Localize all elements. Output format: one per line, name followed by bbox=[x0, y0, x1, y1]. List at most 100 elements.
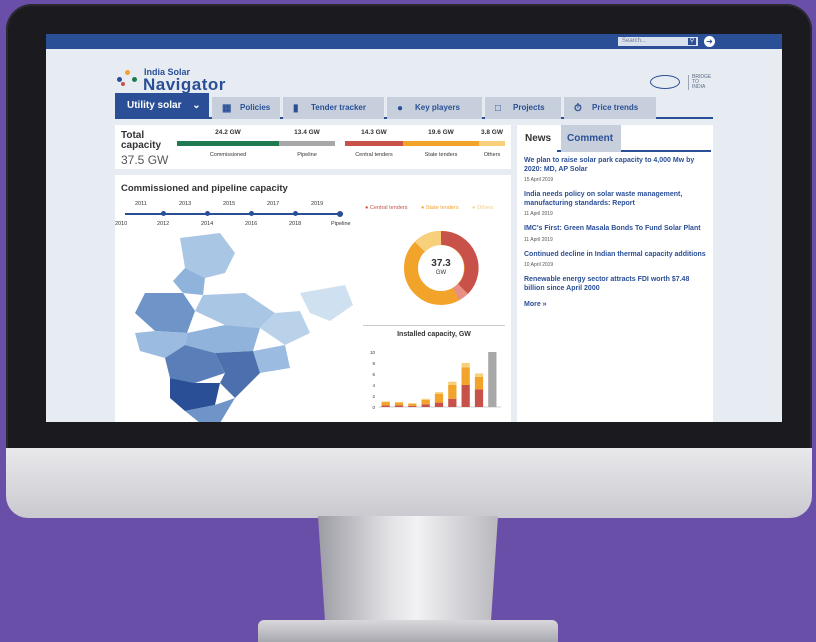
news-item[interactable]: IMC's First: Green Masala Bonds To Fund … bbox=[524, 225, 708, 243]
search-input[interactable]: Search... ⚲ bbox=[618, 37, 698, 46]
bar-segment bbox=[474, 373, 484, 377]
donut-highlight-arc bbox=[452, 283, 468, 301]
tab-utility-solar[interactable]: Utility solar ⌄ bbox=[115, 93, 209, 119]
document-icon: ▮ bbox=[293, 103, 299, 114]
timeline-label: 2019 bbox=[311, 201, 324, 207]
others-bar bbox=[479, 141, 505, 146]
segment-commissioned[interactable]: 24.2 GW Commissioned bbox=[177, 129, 279, 158]
people-icon: ● bbox=[397, 103, 404, 114]
bar-segment bbox=[421, 404, 430, 407]
news-title[interactable]: IMC's First: Green Masala Bonds To Fund … bbox=[524, 225, 708, 234]
timeline-label: 2015 bbox=[223, 201, 236, 207]
news-title[interactable]: India needs policy on solar waste manage… bbox=[524, 191, 708, 208]
bar-segment bbox=[394, 405, 404, 407]
segment-state-tenders[interactable]: 19.6 GW State tenders bbox=[403, 129, 479, 158]
timeline-dot[interactable] bbox=[161, 211, 166, 216]
legend-state[interactable]: ● State tenders bbox=[421, 205, 465, 211]
capacity-title: Total capacity bbox=[121, 130, 162, 151]
tab-tender-tracker[interactable]: ▮ Tender tracker bbox=[283, 97, 384, 119]
news-panel: News Comment We plan to raise solar park… bbox=[517, 125, 713, 422]
timeline-label: 2018 bbox=[289, 221, 302, 227]
bar-segment bbox=[381, 401, 390, 403]
bar-segment bbox=[421, 398, 430, 400]
timeline-dot[interactable] bbox=[293, 211, 298, 216]
bar-segment bbox=[448, 381, 457, 385]
monitor-base bbox=[258, 620, 558, 642]
timeline-label: 2017 bbox=[267, 201, 280, 207]
bar-segment bbox=[434, 402, 444, 407]
globe-icon bbox=[650, 75, 680, 89]
timeline-label: 2014 bbox=[201, 221, 214, 227]
timeline-label: 2012 bbox=[157, 221, 170, 227]
year-timeline[interactable]: 2011 2013 2015 2017 2019 2010 2012 2014 … bbox=[115, 201, 351, 229]
bar-segment bbox=[408, 403, 417, 406]
legend-others[interactable]: ● Others bbox=[472, 205, 499, 211]
tab-projects[interactable]: □ Projects bbox=[485, 97, 561, 119]
news-item[interactable]: India needs policy on solar waste manage… bbox=[524, 191, 708, 217]
bar-segment bbox=[448, 385, 457, 399]
news-date: 10 April 2019 bbox=[524, 262, 554, 268]
timeline-label: 2011 bbox=[135, 201, 147, 207]
search-placeholder: Search... bbox=[622, 38, 647, 44]
price-icon: ⏱ bbox=[574, 103, 582, 114]
installed-capacity-chart[interactable]: 10 8 6 4 2 0 bbox=[365, 347, 505, 422]
news-title[interactable]: Renewable energy sector attracts FDI wor… bbox=[524, 276, 708, 293]
tab-comment[interactable]: Comment bbox=[561, 125, 621, 152]
bar-segment bbox=[408, 405, 417, 407]
brand-title[interactable]: Navigator bbox=[143, 75, 226, 95]
capacity-summary: Total capacity 37.5 GW 24.2 GW Commissio… bbox=[115, 125, 511, 169]
bar-segment bbox=[461, 385, 470, 407]
projects-icon: □ bbox=[495, 103, 502, 114]
bar-segment bbox=[421, 399, 430, 405]
bar-segment bbox=[488, 352, 497, 407]
news-item[interactable]: Continued decline in Indian thermal capa… bbox=[524, 251, 708, 269]
timeline-label: 2013 bbox=[179, 201, 192, 207]
capacity-total: 37.5 GW bbox=[121, 153, 169, 167]
more-news-link[interactable]: More » bbox=[524, 301, 708, 308]
bar-segment bbox=[461, 367, 470, 385]
tab-price-trends[interactable]: ⏱ Price trends bbox=[564, 97, 656, 119]
india-map[interactable] bbox=[125, 233, 355, 422]
map-region-rajasthan bbox=[135, 293, 195, 333]
legend-central[interactable]: ● Central tenders bbox=[365, 205, 413, 211]
search-icon[interactable]: ⚲ bbox=[688, 38, 696, 45]
monitor-stand bbox=[318, 516, 498, 624]
news-list: We plan to raise solar park capacity to … bbox=[524, 157, 708, 308]
pipeline-bar bbox=[279, 141, 335, 146]
tab-key-players[interactable]: ● Key players bbox=[387, 97, 482, 119]
y-tick-label: 6 bbox=[372, 372, 375, 377]
y-tick-label: 4 bbox=[372, 383, 375, 388]
bar-segment bbox=[434, 392, 444, 394]
segment-others[interactable]: 3.8 GW Others bbox=[479, 129, 505, 158]
news-date: 11 April 2019 bbox=[524, 236, 553, 243]
timeline-label: 2010 bbox=[115, 221, 128, 227]
donut-others-arc bbox=[415, 231, 442, 253]
timeline-dot[interactable] bbox=[249, 211, 254, 216]
y-tick-label: 0 bbox=[372, 405, 375, 410]
y-tick-label: 8 bbox=[372, 361, 375, 366]
news-title[interactable]: Continued decline in Indian thermal capa… bbox=[524, 251, 708, 260]
policies-icon: ▦ bbox=[222, 103, 232, 114]
map-region-northeast bbox=[300, 285, 353, 321]
capacity-panel: Commissioned and pipeline capacity 2011 … bbox=[115, 175, 511, 422]
partner-name: BRIDGE TO INDIA bbox=[688, 75, 711, 90]
central-tenders-bar bbox=[345, 141, 403, 146]
tab-policies[interactable]: ▦ Policies bbox=[212, 97, 280, 119]
commissioned-bar bbox=[177, 141, 279, 146]
bar-segment bbox=[474, 389, 484, 407]
bar-segment bbox=[394, 402, 404, 403]
timeline-label: 2016 bbox=[245, 221, 258, 227]
news-item[interactable]: We plan to raise solar park capacity to … bbox=[524, 157, 708, 183]
news-title[interactable]: We plan to raise solar park capacity to … bbox=[524, 157, 708, 174]
segment-pipeline[interactable]: 13.4 GW Pipeline bbox=[279, 129, 335, 158]
timeline-handle[interactable] bbox=[337, 210, 343, 217]
chart-legend: ● Central tenders ● State tenders ● Othe… bbox=[365, 205, 505, 211]
tab-news[interactable]: News bbox=[519, 125, 558, 152]
bar-segment bbox=[448, 398, 457, 407]
donut-unit: GW bbox=[435, 270, 447, 276]
segment-central-tenders[interactable]: 14.3 GW Central tenders bbox=[345, 129, 403, 158]
bar-chart-title: Installed capacity, GW bbox=[397, 331, 471, 338]
timeline-dot[interactable] bbox=[205, 211, 210, 216]
login-icon[interactable]: ➜ bbox=[704, 36, 715, 47]
news-item[interactable]: Renewable energy sector attracts FDI wor… bbox=[524, 276, 708, 293]
